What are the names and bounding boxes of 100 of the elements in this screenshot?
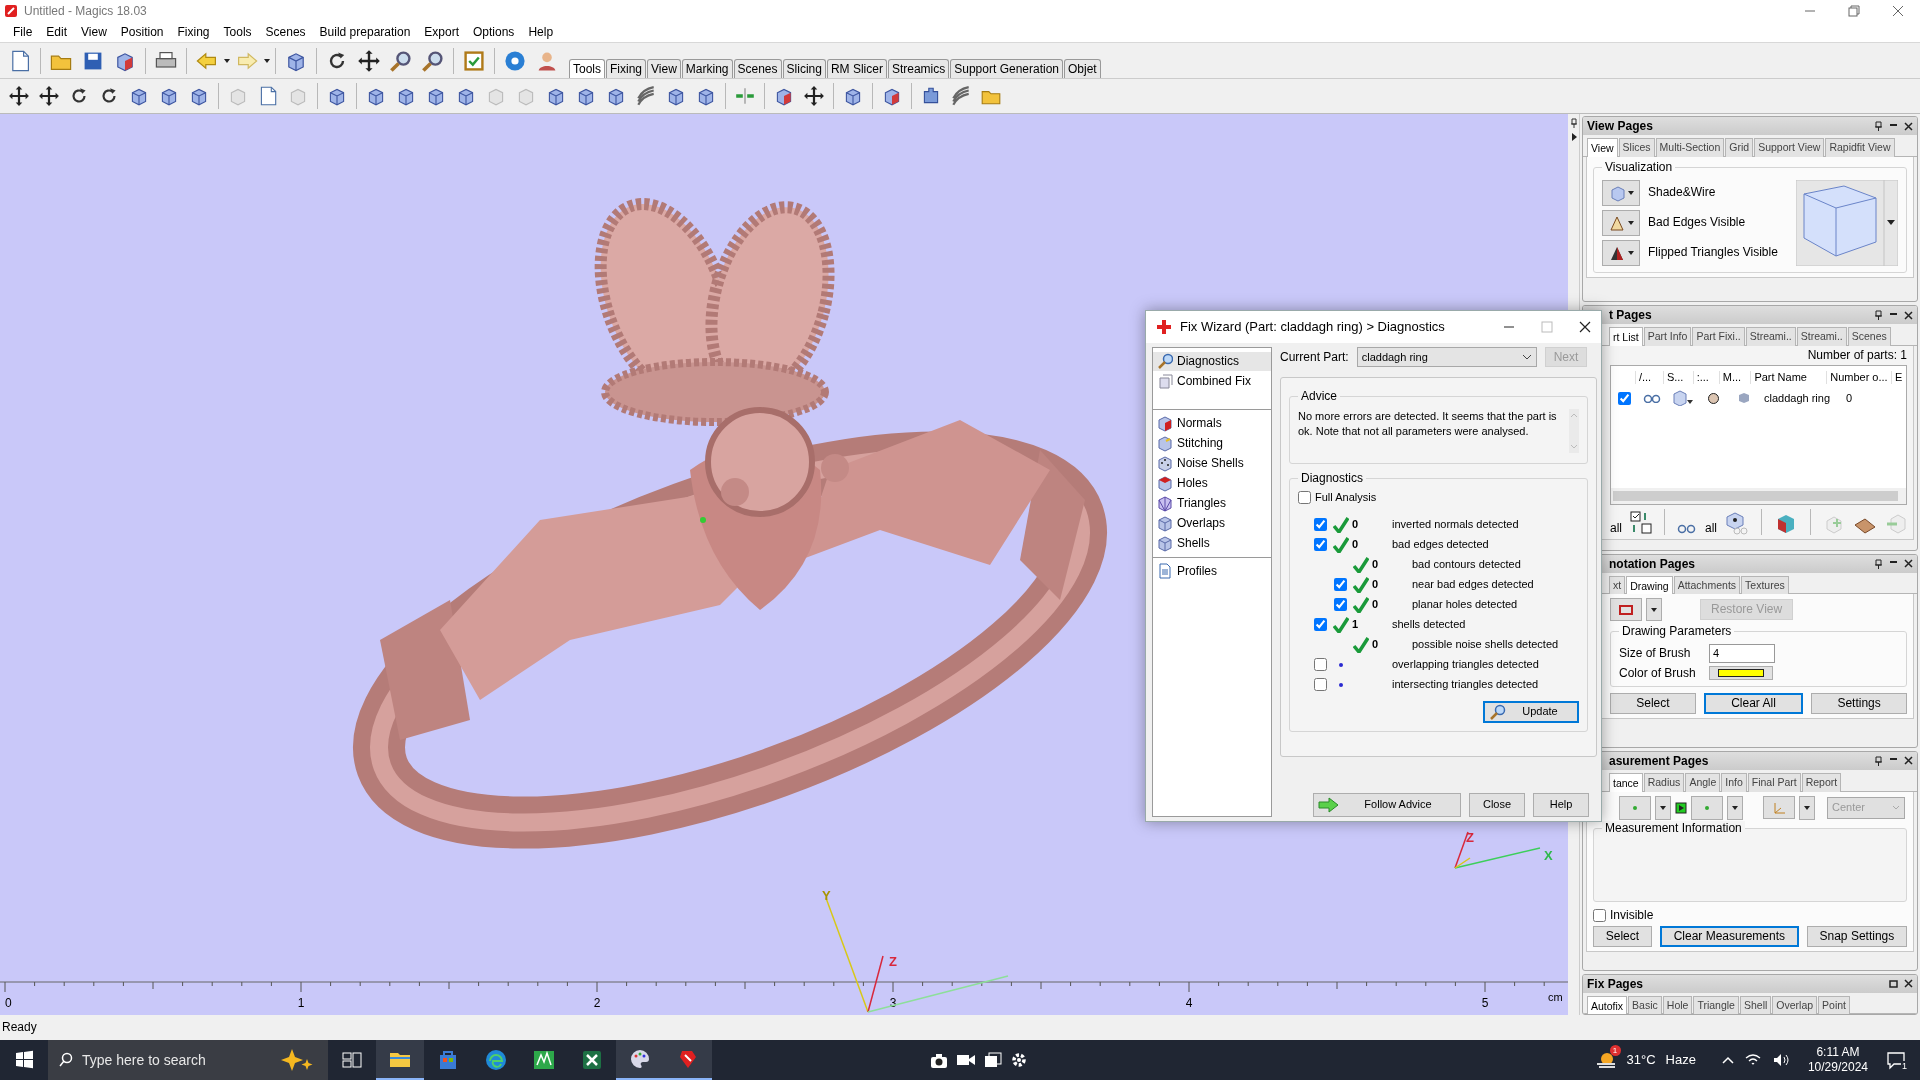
color-picker-button[interactable] (1709, 665, 1773, 680)
update-button[interactable]: Update (1483, 700, 1579, 723)
panel-tab[interactable]: Support View (1754, 138, 1825, 157)
zoom-icon[interactable] (421, 48, 445, 73)
panel-tab[interactable]: Part Fixi.. (1692, 327, 1745, 346)
volume-icon[interactable] (1771, 1052, 1790, 1068)
menu-item[interactable]: File (6, 24, 40, 40)
visualization-button[interactable] (1602, 209, 1640, 236)
checkbox[interactable] (1298, 491, 1311, 505)
wizard-nav-item[interactable]: Profiles (1153, 562, 1271, 581)
panel-tab[interactable]: Scenes (1847, 327, 1891, 346)
menu-item[interactable]: Fixing (170, 24, 217, 40)
wizard-nav-item[interactable]: Overlaps (1153, 514, 1271, 533)
panel-tab[interactable]: Final Part (1747, 772, 1801, 792)
zoom-icon[interactable] (389, 48, 413, 73)
panel-tab[interactable]: tance (1609, 772, 1643, 792)
dropdown-button[interactable] (1727, 795, 1743, 820)
toolbar-tab[interactable]: View (647, 58, 681, 78)
pin-icon[interactable] (1874, 121, 1883, 131)
toolbar-tab[interactable]: Objet (1064, 58, 1101, 78)
column-header[interactable]: Number o... (1826, 370, 1891, 384)
dropdown-button[interactable] (1646, 598, 1662, 621)
chart-app-icon[interactable] (532, 1048, 556, 1072)
wizard-nav-item[interactable]: Diagnostics (1153, 352, 1271, 371)
spreadsheet-icon[interactable] (580, 1048, 604, 1072)
dialog-button[interactable]: Help (1533, 793, 1589, 817)
panel-tab[interactable]: Autofix (1587, 995, 1628, 1014)
move-icon[interactable] (8, 84, 30, 107)
checkbox[interactable] (1313, 658, 1327, 672)
panel-tab[interactable]: Info (1721, 772, 1747, 792)
panel-tab[interactable]: Attachments (1673, 575, 1741, 595)
checkbox[interactable] (1617, 391, 1631, 405)
waves-icon[interactable] (635, 84, 657, 107)
plate-icon[interactable] (1853, 517, 1878, 536)
wizard-nav-item[interactable]: Noise Shells (1153, 454, 1271, 473)
size-input-field[interactable]: 4 (1709, 643, 1775, 663)
panel-button[interactable]: Clear All (1703, 693, 1804, 714)
visibility-all-label[interactable]: all (1705, 520, 1718, 536)
checkbox[interactable] (1313, 538, 1327, 552)
toolbar-tab[interactable]: Fixing (606, 58, 647, 78)
dialog-button[interactable]: Follow Advice (1313, 793, 1461, 817)
menu-item[interactable]: Export (417, 24, 466, 40)
menu-item[interactable]: Build preparation (312, 24, 418, 40)
move-icon[interactable] (357, 48, 381, 73)
help-icon[interactable] (503, 48, 527, 73)
dialog-button[interactable]: Close (1469, 793, 1525, 817)
panel-button[interactable]: Snap Settings (1806, 926, 1907, 947)
caret-icon[interactable] (263, 56, 271, 65)
menu-item[interactable]: Position (113, 24, 171, 40)
panel-tab[interactable]: rt List (1609, 327, 1643, 346)
play-icon[interactable] (1675, 801, 1687, 814)
close-icon[interactable] (1904, 756, 1913, 766)
sparkle-icon[interactable] (280, 1047, 314, 1073)
dropdown-button[interactable] (1655, 795, 1671, 820)
cube-icon[interactable] (1672, 390, 1694, 407)
menu-item[interactable]: Options (466, 24, 522, 40)
toolbar-tab[interactable]: Scenes (733, 58, 782, 78)
checkbox[interactable] (1313, 518, 1327, 532)
toolbar-tab[interactable]: RM Slicer (826, 58, 887, 78)
checkbox[interactable] (1333, 578, 1347, 592)
camera-icon[interactable] (930, 1051, 948, 1069)
checklist-icon[interactable] (462, 48, 486, 73)
panel-tab[interactable]: Streami.. (1745, 327, 1796, 346)
cube-glasses-icon[interactable] (1725, 511, 1750, 536)
menu-item[interactable]: View (74, 24, 114, 40)
color-dot[interactable] (1707, 392, 1719, 404)
column-header[interactable]: /... (1634, 370, 1663, 384)
clock-date[interactable]: 10/29/2024 (1807, 1060, 1868, 1075)
chevron-up-icon[interactable] (1721, 1055, 1734, 1065)
panel-tab[interactable]: Textures (1741, 575, 1789, 595)
panel-tab[interactable]: Streami.. (1796, 327, 1847, 346)
panel-tab[interactable]: View (1587, 138, 1618, 157)
horizontal-scrollbar[interactable] (1611, 488, 1906, 505)
panel-tab[interactable]: Slices (1618, 138, 1655, 157)
toolbar-tab[interactable]: Streamics (887, 58, 950, 78)
checkbox[interactable] (1313, 678, 1327, 692)
wizard-nav-item[interactable]: Shells (1153, 534, 1271, 553)
settings-icon[interactable] (1010, 1051, 1028, 1069)
pin-icon[interactable] (1874, 755, 1883, 766)
paint-palette-icon[interactable] (628, 1047, 652, 1071)
invert-selection-icon[interactable] (1630, 511, 1652, 536)
restore-icon[interactable] (1848, 5, 1860, 17)
expand-arrow-icon[interactable] (1569, 132, 1578, 142)
wizard-nav-item[interactable]: Triangles (1153, 494, 1271, 513)
menu-item[interactable]: Tools (216, 24, 259, 40)
panel-tab[interactable]: Overlap (1772, 995, 1818, 1014)
notification-icon[interactable] (1886, 1050, 1906, 1070)
vertical-scrollbar[interactable] (1569, 409, 1579, 454)
wizard-nav-item[interactable]: Holes (1153, 474, 1271, 493)
move-icon[interactable] (803, 84, 825, 107)
toolbar-tab[interactable]: Tools (569, 58, 605, 78)
panel-tab[interactable]: Drawing (1626, 575, 1673, 595)
panel-tab[interactable]: Radius (1643, 772, 1685, 792)
close-icon[interactable] (1904, 310, 1913, 320)
panel-button[interactable]: Select (1593, 926, 1652, 947)
clock-time[interactable]: 6:11 AM (1816, 1045, 1860, 1060)
panel-tab[interactable]: Triangle (1693, 995, 1739, 1014)
browser-icon[interactable] (484, 1048, 508, 1072)
column-header[interactable]: S... (1662, 370, 1693, 384)
toolbar-tab[interactable]: Support Generation (950, 58, 1063, 78)
